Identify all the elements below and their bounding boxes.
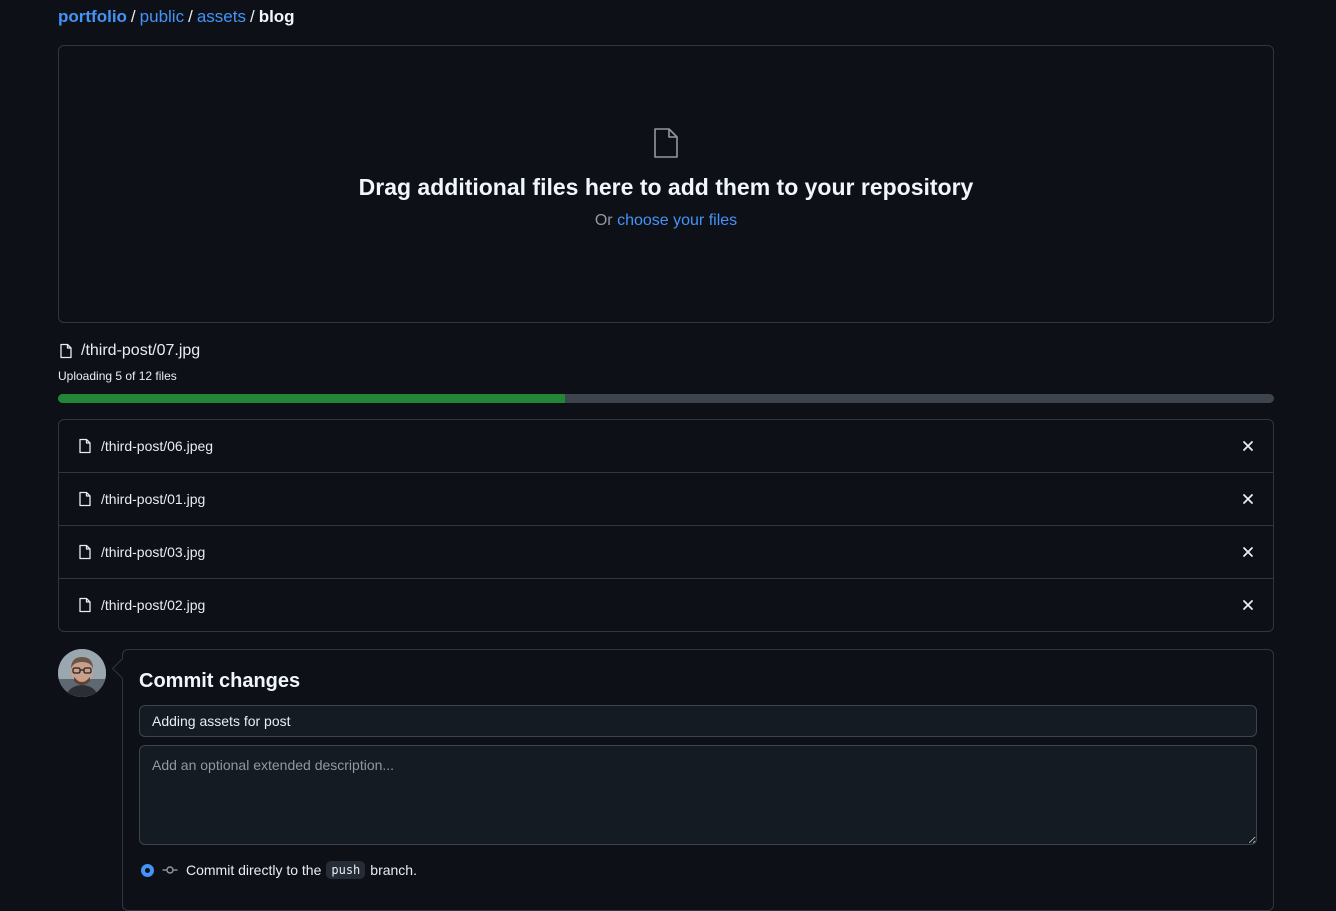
- current-file-name: /third-post/07.jpg: [81, 342, 201, 359]
- git-commit-icon: [162, 866, 178, 874]
- breadcrumb-separator: /: [188, 7, 193, 26]
- breadcrumb-current: blog: [258, 7, 295, 26]
- breadcrumb-public-link[interactable]: public: [140, 7, 184, 26]
- branch-name: push: [326, 861, 366, 879]
- file-icon: [79, 491, 91, 507]
- file-list-item: /third-post/06.jpeg: [59, 420, 1273, 472]
- commit-panel-caret: [111, 657, 134, 680]
- commit-description-textarea[interactable]: [139, 745, 1257, 845]
- close-icon[interactable]: [1241, 439, 1255, 453]
- commit-option-prefix: Commit directly to the: [186, 862, 322, 878]
- breadcrumb: portfolio / public / assets / blog: [58, 7, 295, 27]
- commit-option-suffix: branch.: [370, 862, 417, 878]
- upload-progress-bar: [58, 394, 1274, 403]
- avatar[interactable]: [58, 649, 106, 697]
- upload-status-text: Uploading 5 of 12 files: [58, 369, 177, 383]
- file-dropzone[interactable]: Drag additional files here to add them t…: [58, 45, 1274, 323]
- dropzone-title: Drag additional files here to add them t…: [358, 174, 974, 200]
- file-list-item: /third-post/03.jpg: [59, 525, 1273, 578]
- file-name: /third-post/02.jpg: [101, 597, 206, 613]
- upload-progress-fill: [58, 394, 565, 403]
- current-upload-file: /third-post/07.jpg: [58, 342, 200, 360]
- file-icon: [654, 128, 678, 158]
- file-list-item: /third-post/02.jpg: [59, 578, 1273, 631]
- commit-message-input[interactable]: [139, 705, 1257, 737]
- close-icon[interactable]: [1241, 492, 1255, 506]
- upload-file-list: /third-post/06.jpeg /third-post/01.jpg /…: [58, 419, 1274, 632]
- file-name: /third-post/06.jpeg: [101, 438, 214, 454]
- file-list-item: /third-post/01.jpg: [59, 472, 1273, 525]
- dropzone-subtitle: Or choose your files: [59, 212, 1273, 230]
- file-icon: [60, 343, 72, 359]
- breadcrumb-separator: /: [249, 7, 255, 26]
- file-icon: [79, 438, 91, 454]
- commit-direct-option[interactable]: Commit directly to the push branch.: [141, 861, 417, 879]
- breadcrumb-assets-link[interactable]: assets: [197, 7, 246, 26]
- file-name: /third-post/01.jpg: [101, 491, 206, 507]
- breadcrumb-separator: /: [130, 7, 136, 26]
- commit-title: Commit changes: [139, 670, 301, 692]
- commit-direct-radio[interactable]: [141, 863, 154, 877]
- close-icon[interactable]: [1241, 545, 1255, 559]
- close-icon[interactable]: [1241, 598, 1255, 612]
- file-name: /third-post/03.jpg: [101, 544, 206, 560]
- dropzone-or-text: Or: [594, 212, 613, 229]
- avatar-image: [58, 649, 106, 697]
- commit-panel: Commit changes Commit directly to the pu…: [111, 649, 1274, 911]
- file-icon: [79, 544, 91, 560]
- breadcrumb-repo-link[interactable]: portfolio: [58, 7, 127, 26]
- choose-files-link[interactable]: choose your files: [617, 212, 737, 229]
- file-icon: [79, 597, 91, 613]
